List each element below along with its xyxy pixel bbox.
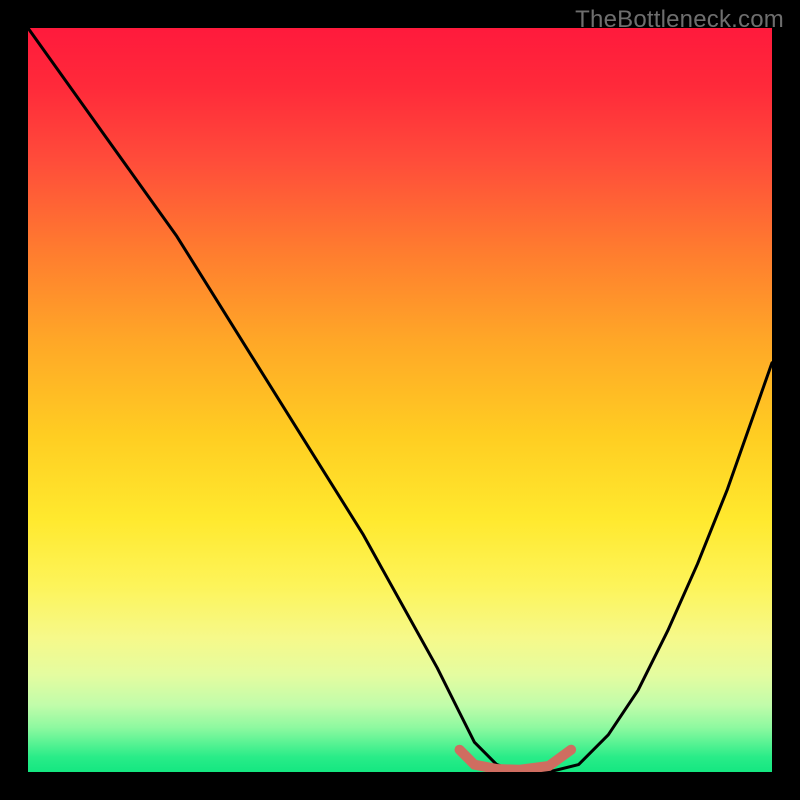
optimal-band bbox=[460, 750, 572, 770]
curve-layer bbox=[28, 28, 772, 772]
chart-container: TheBottleneck.com bbox=[0, 0, 800, 800]
plot-area bbox=[28, 28, 772, 772]
bottleneck-curve bbox=[28, 28, 772, 772]
